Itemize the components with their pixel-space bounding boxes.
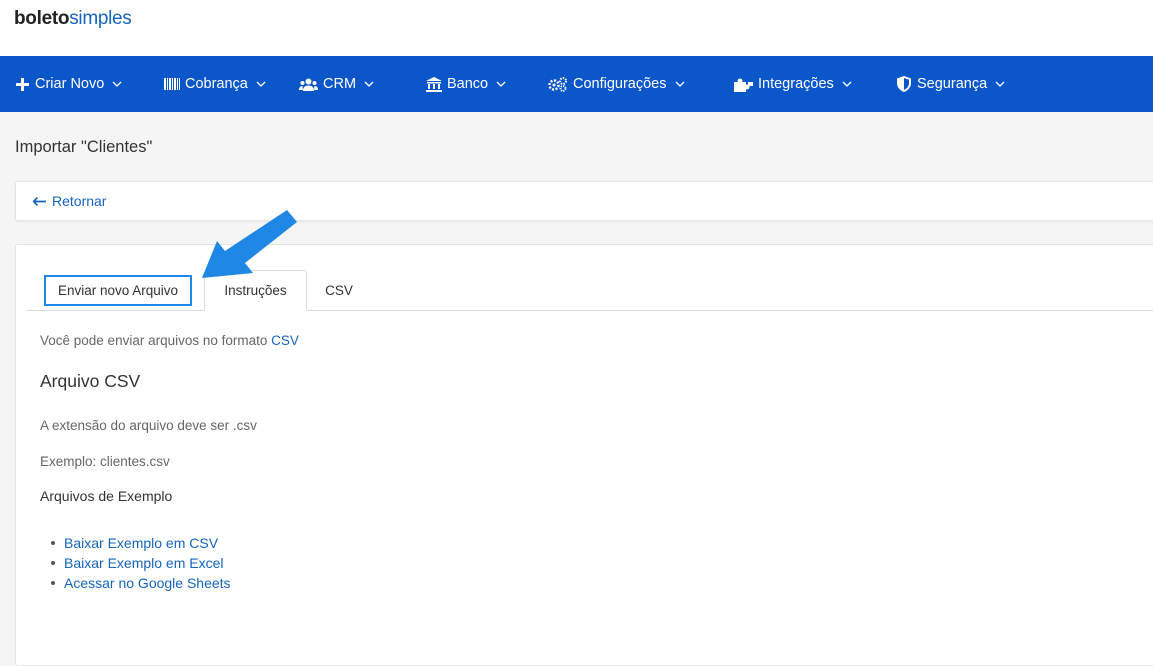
chevron-down-icon <box>364 81 374 87</box>
back-link[interactable]: Retornar <box>33 193 106 209</box>
nav-item-configuracoes[interactable]: Configurações <box>548 56 685 112</box>
shield-icon <box>896 76 912 92</box>
chevron-down-icon <box>496 81 506 87</box>
plus-icon <box>14 76 30 92</box>
arrow-left-icon <box>33 196 46 206</box>
barcode-icon <box>164 76 180 92</box>
logo-light-text: simples <box>69 8 132 29</box>
download-csv-example-link[interactable]: Baixar Exemplo em CSV <box>40 533 231 553</box>
chevron-down-icon <box>256 81 266 87</box>
nav-item-label: Cobrança <box>185 76 248 92</box>
nav-item-label: Configurações <box>573 76 667 92</box>
open-google-sheets-link[interactable]: Acessar no Google Sheets <box>40 573 231 593</box>
annotation-arrow-icon <box>202 210 297 278</box>
intro-text: Você pode enviar arquivos no formato CSV <box>40 333 299 348</box>
nav-item-seguranca[interactable]: Segurança <box>896 56 1005 112</box>
nav-item-label: Segurança <box>917 76 988 92</box>
tabs-divider <box>27 310 1153 311</box>
nav-item-cobranca[interactable]: Cobrança <box>164 56 266 112</box>
extension-info-text: A extensão do arquivo deve ser .csv <box>40 418 257 433</box>
example-files-list: Baixar Exemplo em CSV Baixar Exemplo em … <box>40 533 231 593</box>
tab-label: Enviar novo Arquivo <box>57 283 179 298</box>
back-link-label: Retornar <box>52 193 107 209</box>
import-content-card <box>15 244 1153 666</box>
nav-item-criar-novo[interactable]: Criar Novo <box>14 56 122 112</box>
back-navigation-card: Retornar <box>15 181 1153 221</box>
chevron-down-icon <box>112 81 122 87</box>
csv-section-heading: Arquivo CSV <box>40 371 141 391</box>
nav-item-integracoes[interactable]: Integrações <box>733 56 852 112</box>
nav-item-label: Integrações <box>758 76 834 92</box>
puzzle-icon <box>733 76 753 92</box>
download-excel-example-link[interactable]: Baixar Exemplo em Excel <box>40 553 231 573</box>
top-header: boletosimples <box>0 0 1153 56</box>
tab-label: CSV <box>325 282 353 298</box>
intro-text-label: Você pode enviar arquivos no formato <box>40 333 268 348</box>
nav-item-crm[interactable]: CRM <box>298 56 374 112</box>
chevron-down-icon <box>995 81 1005 87</box>
page-title: Importar "Clientes" <box>15 138 153 156</box>
chevron-down-icon <box>842 81 852 87</box>
tab-csv[interactable]: CSV <box>318 270 360 310</box>
nav-item-banco[interactable]: Banco <box>426 56 506 112</box>
nav-item-label: Criar Novo <box>35 76 105 92</box>
chevron-down-icon <box>675 81 685 87</box>
nav-item-label: Banco <box>447 76 489 92</box>
gears-icon <box>548 76 568 92</box>
logo-bold-text: boleto <box>14 8 70 29</box>
example-filename-text: Exemplo: clientes.csv <box>40 454 170 469</box>
tab-enviar-novo-arquivo[interactable]: Enviar novo Arquivo <box>44 275 192 306</box>
csv-format-link[interactable]: CSV <box>271 333 299 348</box>
bank-icon <box>426 76 442 92</box>
brand-logo[interactable]: boletosimples <box>14 8 132 30</box>
nav-item-label: CRM <box>323 76 357 92</box>
example-files-heading: Arquivos de Exemplo <box>40 488 173 504</box>
main-navigation: Criar Novo Cobrança CRM Banco Configuraç… <box>0 56 1153 112</box>
users-icon <box>298 76 318 92</box>
